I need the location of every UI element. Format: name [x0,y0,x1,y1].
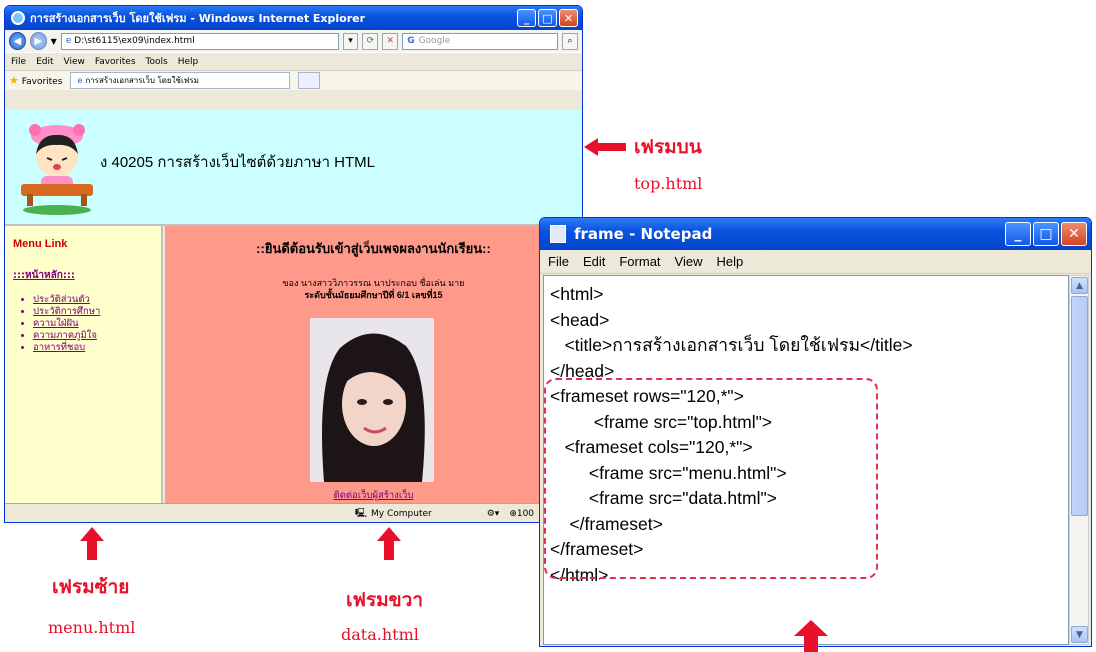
refresh-button[interactable]: ⟳ [362,32,379,50]
menu-link-education[interactable]: ประวัติการศึกษา [33,306,100,318]
np-menu-help[interactable]: Help [716,254,743,269]
menu-file[interactable]: File [11,57,26,67]
top-frame-file: top.html [634,174,703,193]
scroll-up-icon[interactable]: ▲ [1071,277,1088,294]
data-title: ::ยินดีต้อนรับเข้าสู่เว็บเพจผลงานนักเรีย… [256,241,491,256]
ie-logo-icon [11,11,25,25]
frameset-highlight-box [544,378,878,579]
forward-button[interactable]: ▶ [29,32,47,50]
np-menu-format[interactable]: Format [619,254,660,269]
google-icon: G [407,36,415,46]
search-button[interactable]: ⌕ [562,32,578,50]
menu-link-list: ประวัติส่วนตัว ประวัติการศึกษา ความใฝ่ฝั… [19,294,100,354]
notepad-close-button[interactable]: ✕ [1061,222,1087,246]
ie-status-bar: 🖳 My Computer ⚙▾ ⊕ 100 [5,503,582,522]
notepad-menubar: File Edit Format View Help [540,250,1091,274]
notepad-title: frame - Notepad [574,225,713,243]
tab-ie-icon: e [77,76,83,85]
left-frame-file: menu.html [48,618,136,637]
menu-favorites[interactable]: Favorites [95,57,136,67]
right-frame-file: data.html [341,625,419,644]
scroll-thumb[interactable] [1071,296,1088,516]
protected-mode-icon[interactable]: ⚙▾ [487,509,500,519]
minimize-button[interactable]: _ [517,9,536,27]
top-frame: ง 40205 การสร้างเว็บไซต์ด้วยภาษา HTML [5,110,582,226]
top-frame-annotation: เฟรมบน [634,136,702,158]
address-input[interactable]: e D:\st6115\ex09\index.html [60,32,339,50]
address-dropdown-button[interactable]: ▾ [342,32,359,50]
top-frame-title: ง 40205 การสร้างเว็บไซต์ด้วยภาษา HTML [100,154,376,171]
contact-link[interactable]: ติดต่อเว็บผู้สร้างเว็บ [165,488,582,503]
favorites-bar: ★ Favorites e การสร้างเอกสารเว็บ โดยใช้เ… [5,70,582,90]
zone-label: My Computer [371,508,432,519]
notepad-titlebar[interactable]: frame - Notepad _ □ ✕ [540,218,1091,250]
favorites-button[interactable]: ★ Favorites [9,74,62,87]
student-class: ระดับชั้นมัธยมศึกษาปีที่ 6/1 เลขที่15 [304,290,443,300]
notepad-icon [550,225,566,243]
notepad-minimize-button[interactable]: _ [1005,222,1031,246]
menu-link-food[interactable]: อาหารที่ชอบ [33,342,100,354]
menu-edit[interactable]: Edit [36,57,53,67]
ie-window: การสร้างเอกสารเว็บ โดยใช้เฟรม - Windows … [4,5,583,523]
ie-address-bar: ◀ ▶ ▼ e D:\st6115\ex09\index.html ▾ ⟳ ✕ … [5,30,582,52]
right-frame-annotation: เฟรมขวา [346,589,424,611]
new-tab-button[interactable] [298,72,321,89]
menu-view[interactable]: View [64,57,85,67]
left-frame-annotation: เฟรมซ้าย [52,576,130,598]
menu-help[interactable]: Help [178,57,199,67]
arrow-left-icon [584,138,626,156]
data-frame: ::ยินดีต้อนรับเข้าสู่เว็บเพจผลงานนักเรีย… [165,226,582,503]
home-link[interactable]: :::หน้าหลัก::: [13,268,75,283]
np-menu-file[interactable]: File [548,254,569,269]
notepad-maximize-button[interactable]: □ [1033,222,1059,246]
stop-button[interactable]: ✕ [382,32,399,50]
menu-link-pride[interactable]: ความภาคภูมิใจ [33,330,100,342]
notepad-window: frame - Notepad _ □ ✕ File Edit Format V… [539,217,1092,647]
menu-link-dream[interactable]: ความใฝ่ฝัน [33,318,100,330]
ie-menubar: File Edit View Favorites Tools Help [5,52,582,70]
close-button[interactable]: ✕ [559,9,578,27]
notepad-text-area[interactable]: <html> <head> <title>การสร้างเอกสารเว็บ … [543,275,1069,645]
np-menu-edit[interactable]: Edit [583,254,605,269]
np-menu-view[interactable]: View [675,254,703,269]
ie-titlebar[interactable]: การสร้างเอกสารเว็บ โดยใช้เฟรม - Windows … [5,6,582,30]
back-button[interactable]: ◀ [9,32,26,50]
scroll-down-icon[interactable]: ▼ [1071,626,1088,643]
page-icon: e [65,36,72,46]
zoom-icon[interactable]: ⊕ [509,509,517,519]
vertical-scrollbar[interactable]: ▲ ▼ [1069,275,1089,645]
star-icon: ★ [9,74,19,87]
menu-title: Menu Link [13,238,68,250]
computer-icon: 🖳 [355,508,368,519]
zoom-level[interactable]: 100 [517,509,534,519]
arrow-up-icon [794,620,828,652]
menu-frame: Menu Link :::หน้าหลัก::: ประวัติส่วนตัว … [5,226,163,503]
search-input[interactable]: G Google [402,32,559,50]
student-photo [310,318,434,482]
menu-tools[interactable]: Tools [146,57,168,67]
arrow-up-icon [377,527,401,560]
cartoon-girl-icon [21,124,93,215]
maximize-button[interactable]: □ [538,9,557,27]
ie-title: การสร้างเอกสารเว็บ โดยใช้เฟรม - Windows … [30,12,366,25]
nav-dropdown-icon[interactable]: ▼ [51,37,57,46]
arrow-up-icon [80,527,104,560]
browser-tab[interactable]: e การสร้างเอกสารเว็บ โดยใช้เฟรม [70,72,291,89]
menu-link-profile[interactable]: ประวัติส่วนตัว [33,294,100,306]
